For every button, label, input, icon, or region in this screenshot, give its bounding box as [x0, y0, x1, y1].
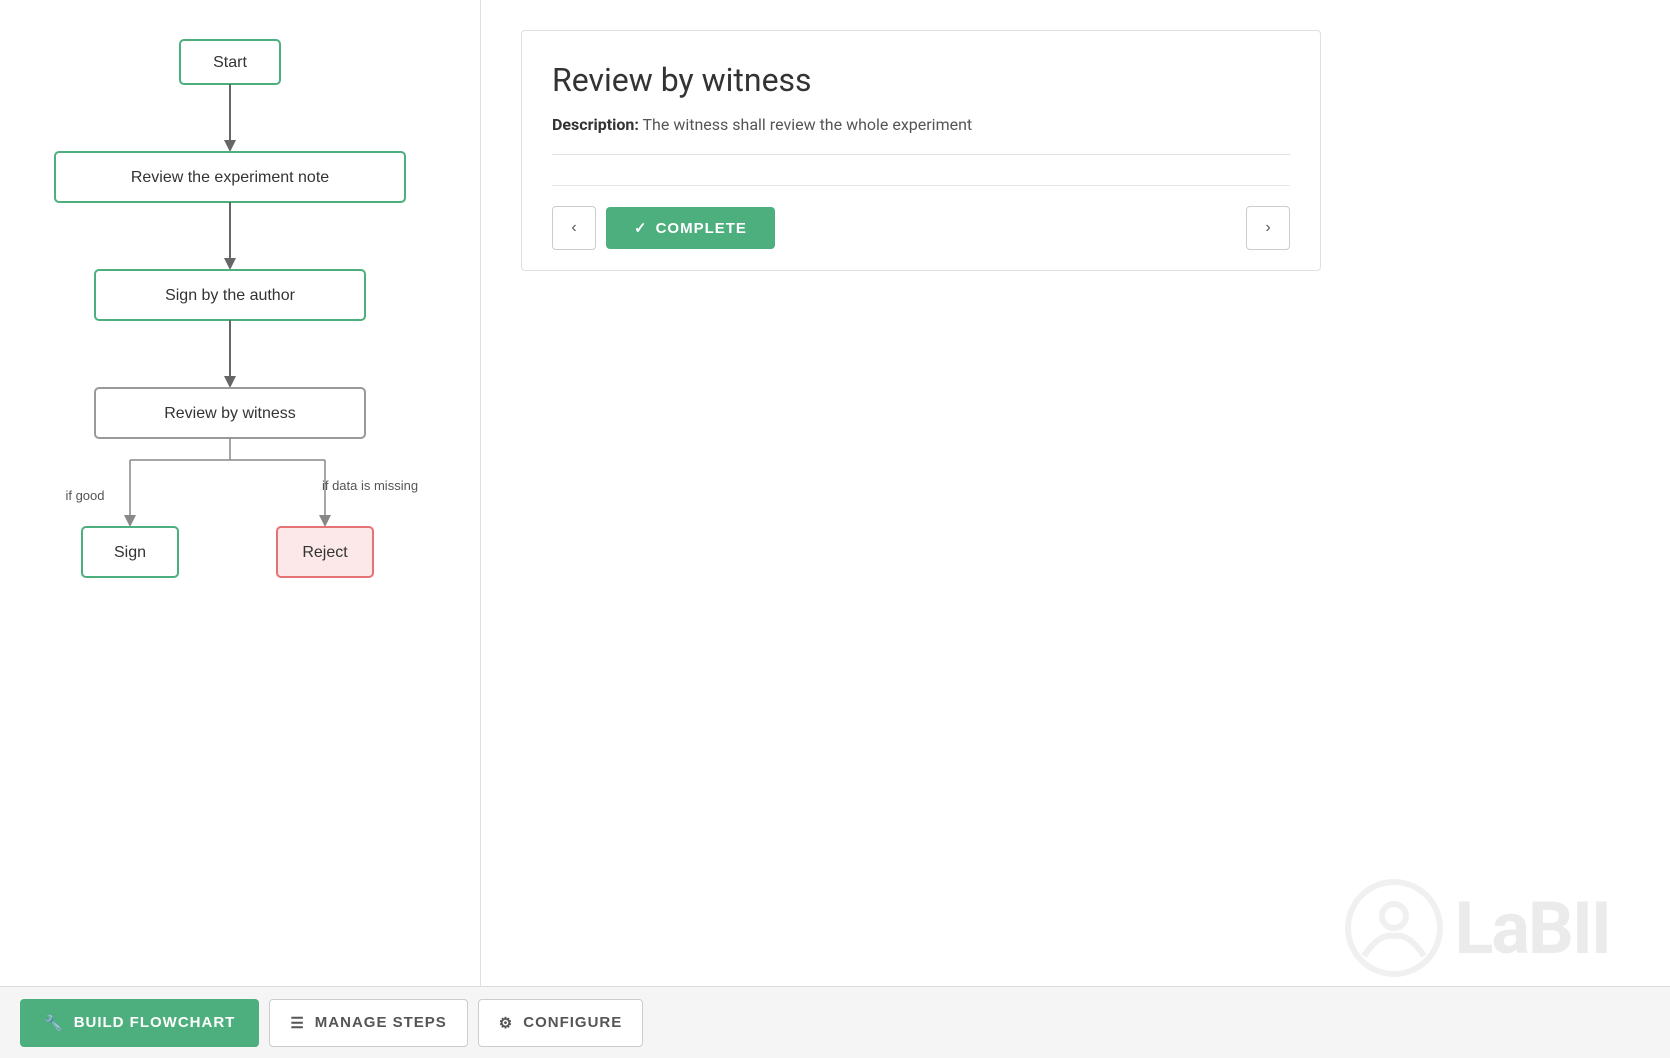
flowchart-svg: Start Review the experiment note Sign by… — [30, 30, 450, 790]
review-note-label[interactable]: Review the experiment note — [131, 169, 329, 186]
complete-button[interactable]: ✓ COMPLETE — [606, 207, 775, 249]
detail-title: Review by witness — [552, 61, 1290, 99]
flowchart-diagram: Start Review the experiment note Sign by… — [30, 30, 450, 790]
configure-label: CONFIGURE — [523, 1014, 622, 1031]
build-label: BUILD FLOWCHART — [74, 1014, 236, 1031]
manage-steps-button[interactable]: ☰ MANAGE STEPS — [269, 999, 467, 1047]
description-text: The witness shall review the whole exper… — [643, 115, 973, 134]
reject-node-label[interactable]: Reject — [302, 544, 348, 561]
manage-label: MANAGE STEPS — [315, 1014, 447, 1031]
branch-good-label: if good — [65, 488, 104, 503]
watermark: LaBII — [1344, 878, 1610, 978]
list-icon: ☰ — [290, 1014, 304, 1032]
prev-button[interactable]: ‹ — [552, 206, 596, 250]
configure-button[interactable]: ⚙ CONFIGURE — [478, 999, 643, 1047]
complete-label: COMPLETE — [656, 220, 747, 237]
detail-panel: Review by witness Description: The witne… — [480, 0, 1670, 986]
sign-author-label[interactable]: Sign by the author — [165, 287, 296, 304]
watermark-text: LaBII — [1454, 886, 1610, 971]
gear-icon: ⚙ — [499, 1014, 513, 1032]
branch-missing-label: if data is missing — [322, 478, 418, 493]
review-witness-label[interactable]: Review by witness — [164, 405, 296, 422]
detail-card: Review by witness Description: The witne… — [521, 30, 1321, 271]
bottom-toolbar: 🔧 BUILD FLOWCHART ☰ MANAGE STEPS ⚙ CONFI… — [0, 986, 1670, 1058]
next-button[interactable]: › — [1246, 206, 1290, 250]
sign-node-label[interactable]: Sign — [114, 544, 146, 561]
detail-description: Description: The witness shall review th… — [552, 115, 1290, 155]
start-node-label: Start — [213, 54, 247, 71]
description-label: Description: — [552, 115, 639, 134]
check-icon: ✓ — [634, 219, 648, 237]
flowchart-panel: Start Review the experiment note Sign by… — [0, 0, 480, 986]
wrench-icon: 🔧 — [44, 1014, 64, 1032]
watermark-icon — [1344, 878, 1444, 978]
detail-actions: ‹ ✓ COMPLETE › — [552, 185, 1290, 270]
build-flowchart-button[interactable]: 🔧 BUILD FLOWCHART — [20, 999, 259, 1047]
